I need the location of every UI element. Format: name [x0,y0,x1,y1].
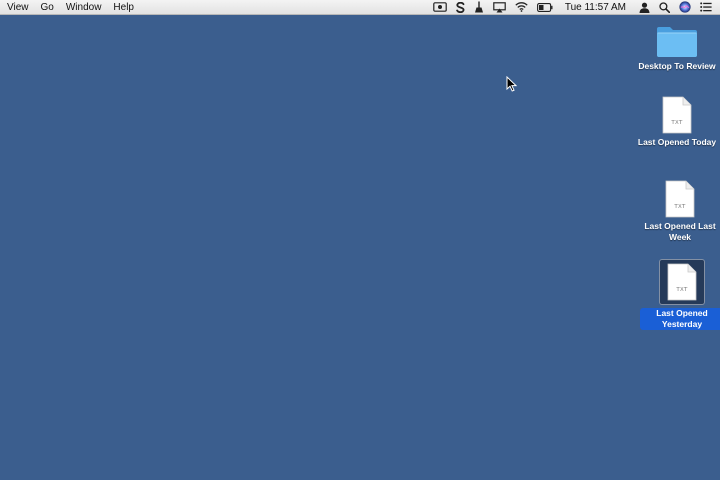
desktop-icon-label: Last Opened Yesterday [640,308,720,330]
user-icon[interactable] [639,0,650,15]
wifi-icon[interactable] [515,0,528,15]
desktop-icon-label: Last Opened Last Week [644,221,716,242]
text-document-icon: TXT [662,96,692,134]
spotlight-search-icon[interactable] [659,0,670,15]
airplay-icon[interactable] [493,0,506,15]
text-document-icon: TXT [659,259,705,305]
desktop[interactable]: View Go Window Help Tue 11:57 AM Desktop… [0,0,720,480]
desktop-icon-label: Desktop To Review [638,61,716,71]
desktop-file-last-opened-yesterday[interactable]: TXT Last Opened Yesterday [640,259,720,330]
txt-badge: TXT [676,287,688,293]
desktop-icon-label: Last Opened Today [637,137,717,147]
menu-bar-extras: Tue 11:57 AM [424,0,720,14]
menu-bar: View Go Window Help Tue 11:57 AM [0,0,720,15]
siri-icon[interactable] [679,0,691,15]
txt-badge: TXT [674,204,686,210]
text-document-icon: TXT [665,180,695,218]
mouse-pointer-icon [506,75,518,92]
menu-view[interactable]: View [7,0,35,15]
desktop-file-last-opened-last-week[interactable]: TXT Last Opened Last Week [638,180,720,243]
desktop-folder-desktop-to-review[interactable]: Desktop To Review [635,24,719,72]
skype-icon[interactable] [456,0,465,15]
menu-window[interactable]: Window [66,0,108,15]
txt-badge: TXT [671,120,683,126]
folder-icon [656,24,698,58]
screen-record-icon[interactable] [433,0,447,15]
menu-help[interactable]: Help [113,0,140,15]
menu-go[interactable]: Go [41,0,60,15]
menu-bar-clock[interactable]: Tue 11:57 AM [565,0,626,15]
cleanup-broom-icon[interactable] [474,0,484,15]
menu-bar-left: View Go Window Help [0,0,146,14]
desktop-file-last-opened-today[interactable]: TXT Last Opened Today [635,96,719,148]
notification-center-icon[interactable] [700,0,712,15]
battery-icon[interactable] [536,0,553,15]
